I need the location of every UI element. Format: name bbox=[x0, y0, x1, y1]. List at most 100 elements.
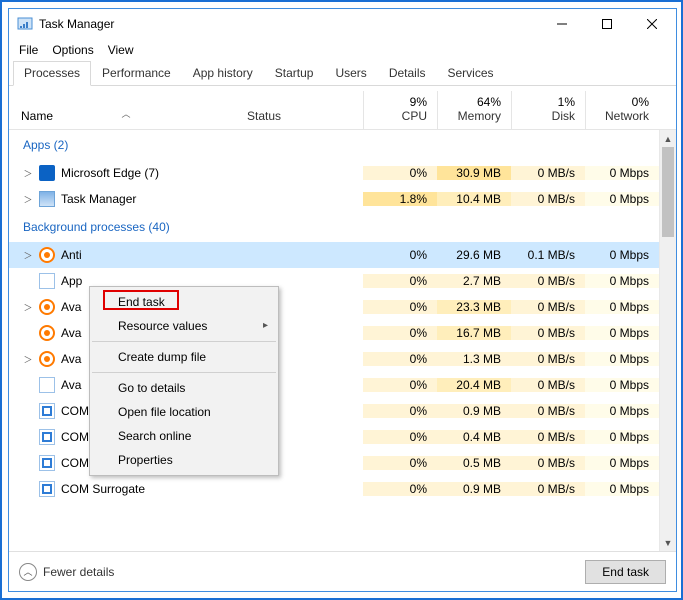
col-cpu-header[interactable]: 9%CPU bbox=[363, 91, 437, 129]
titlebar: Task Manager bbox=[9, 9, 676, 39]
scroll-up-icon[interactable]: ▲ bbox=[660, 130, 676, 147]
process-icon bbox=[39, 247, 55, 263]
expand-icon[interactable]: ＞ bbox=[23, 167, 33, 180]
cpu-cell: 0% bbox=[363, 352, 437, 366]
close-button[interactable] bbox=[629, 10, 674, 38]
memory-cell: 30.9 MB bbox=[437, 166, 511, 180]
network-cell: 0 Mbps bbox=[585, 430, 659, 444]
network-cell: 0 Mbps bbox=[585, 456, 659, 470]
group-header-apps: Apps (2) bbox=[9, 138, 243, 152]
memory-cell: 2.7 MB bbox=[437, 274, 511, 288]
memory-cell: 0.5 MB bbox=[437, 456, 511, 470]
disk-cell: 0 MB/s bbox=[511, 482, 585, 496]
process-row[interactable]: ＞ Microsoft Edge (7) 0% 30.9 MB 0 MB/s 0… bbox=[9, 160, 659, 186]
scrollbar[interactable]: ▲ ▼ bbox=[659, 130, 676, 551]
process-row[interactable]: ＞ Anti 0% 29.6 MB 0.1 MB/s 0 Mbps bbox=[9, 242, 659, 268]
disk-cell: 0 MB/s bbox=[511, 430, 585, 444]
menu-options[interactable]: Options bbox=[52, 43, 93, 57]
menu-file[interactable]: File bbox=[19, 43, 38, 57]
cpu-cell: 0% bbox=[363, 248, 437, 262]
expand-icon[interactable]: ＞ bbox=[23, 249, 33, 262]
disk-cell: 0 MB/s bbox=[511, 326, 585, 340]
expand-icon[interactable]: ＞ bbox=[23, 353, 33, 366]
cpu-cell: 0% bbox=[363, 166, 437, 180]
menu-item-end-task[interactable]: End task bbox=[90, 290, 278, 314]
process-name: App bbox=[61, 274, 82, 288]
process-name: Microsoft Edge (7) bbox=[61, 166, 159, 180]
process-row[interactable]: ＞ Task Manager 1.8% 10.4 MB 0 MB/s 0 Mbp… bbox=[9, 186, 659, 212]
process-icon bbox=[39, 165, 55, 181]
tab-details[interactable]: Details bbox=[378, 61, 437, 86]
minimize-button[interactable] bbox=[539, 10, 584, 38]
menu-view[interactable]: View bbox=[108, 43, 134, 57]
menubar: File Options View bbox=[9, 39, 676, 61]
process-icon bbox=[39, 351, 55, 367]
network-cell: 0 Mbps bbox=[585, 482, 659, 496]
cpu-cell: 0% bbox=[363, 326, 437, 340]
process-name: Ava bbox=[61, 352, 81, 366]
memory-cell: 16.7 MB bbox=[437, 326, 511, 340]
cpu-cell: 0% bbox=[363, 404, 437, 418]
process-icon bbox=[39, 325, 55, 341]
disk-cell: 0 MB/s bbox=[511, 166, 585, 180]
network-cell: 0 Mbps bbox=[585, 326, 659, 340]
memory-cell: 0.9 MB bbox=[437, 482, 511, 496]
memory-cell: 0.9 MB bbox=[437, 404, 511, 418]
process-name: Anti bbox=[61, 248, 82, 262]
menu-separator bbox=[92, 372, 276, 373]
tab-services[interactable]: Services bbox=[437, 61, 505, 86]
scroll-thumb[interactable] bbox=[662, 147, 674, 237]
menu-item-go-to-details[interactable]: Go to details bbox=[90, 376, 278, 400]
menu-item-open-file-location[interactable]: Open file location bbox=[90, 400, 278, 424]
end-task-button[interactable]: End task bbox=[585, 560, 666, 584]
fewer-details-button[interactable]: ︿ Fewer details bbox=[19, 563, 114, 581]
menu-item-create-dump-file[interactable]: Create dump file bbox=[90, 345, 278, 369]
col-name-header[interactable]: ︿ Name bbox=[9, 105, 243, 129]
menu-item-search-online[interactable]: Search online bbox=[90, 424, 278, 448]
cpu-cell: 0% bbox=[363, 430, 437, 444]
tab-users[interactable]: Users bbox=[324, 61, 377, 86]
col-network-header[interactable]: 0%Network bbox=[585, 91, 659, 129]
column-headers: ︿ Name Status 9%CPU 64%Memory 1%Disk 0%N… bbox=[9, 86, 676, 130]
tab-performance[interactable]: Performance bbox=[91, 61, 182, 86]
menu-separator bbox=[92, 341, 276, 342]
cpu-cell: 0% bbox=[363, 456, 437, 470]
menu-item-properties[interactable]: Properties bbox=[90, 448, 278, 472]
network-cell: 0 Mbps bbox=[585, 404, 659, 418]
expand-icon[interactable]: ＞ bbox=[23, 301, 33, 314]
cpu-cell: 0% bbox=[363, 274, 437, 288]
process-icon bbox=[39, 273, 55, 289]
disk-cell: 0 MB/s bbox=[511, 274, 585, 288]
col-status-header[interactable]: Status bbox=[243, 105, 363, 129]
cpu-cell: 0% bbox=[363, 300, 437, 314]
disk-cell: 0 MB/s bbox=[511, 404, 585, 418]
footer: ︿ Fewer details End task bbox=[9, 551, 676, 591]
process-icon bbox=[39, 191, 55, 207]
tab-app-history[interactable]: App history bbox=[182, 61, 264, 86]
disk-cell: 0 MB/s bbox=[511, 456, 585, 470]
process-icon bbox=[39, 299, 55, 315]
task-manager-window: Task Manager File Options View Processes… bbox=[8, 8, 677, 592]
process-name: Ava bbox=[61, 378, 81, 392]
tab-startup[interactable]: Startup bbox=[264, 61, 325, 86]
memory-cell: 10.4 MB bbox=[437, 192, 511, 206]
col-memory-header[interactable]: 64%Memory bbox=[437, 91, 511, 129]
menu-item-resource-values[interactable]: Resource values▸ bbox=[90, 314, 278, 338]
process-name: COM Surrogate bbox=[61, 482, 145, 496]
col-name-label: Name bbox=[21, 109, 53, 123]
process-row[interactable]: COM Surrogate 0% 0.9 MB 0 MB/s 0 Mbps bbox=[9, 476, 659, 502]
tab-processes[interactable]: Processes bbox=[13, 61, 91, 86]
disk-cell: 0 MB/s bbox=[511, 300, 585, 314]
memory-cell: 1.3 MB bbox=[437, 352, 511, 366]
process-icon bbox=[39, 377, 55, 393]
memory-cell: 23.3 MB bbox=[437, 300, 511, 314]
window-title: Task Manager bbox=[39, 17, 114, 31]
scroll-down-icon[interactable]: ▼ bbox=[660, 534, 676, 551]
maximize-button[interactable] bbox=[584, 10, 629, 38]
cpu-cell: 1.8% bbox=[363, 192, 437, 206]
disk-cell: 0 MB/s bbox=[511, 192, 585, 206]
expand-icon[interactable]: ＞ bbox=[23, 193, 33, 206]
process-icon bbox=[39, 481, 55, 497]
sort-indicator-icon: ︿ bbox=[121, 107, 130, 120]
col-disk-header[interactable]: 1%Disk bbox=[511, 91, 585, 129]
